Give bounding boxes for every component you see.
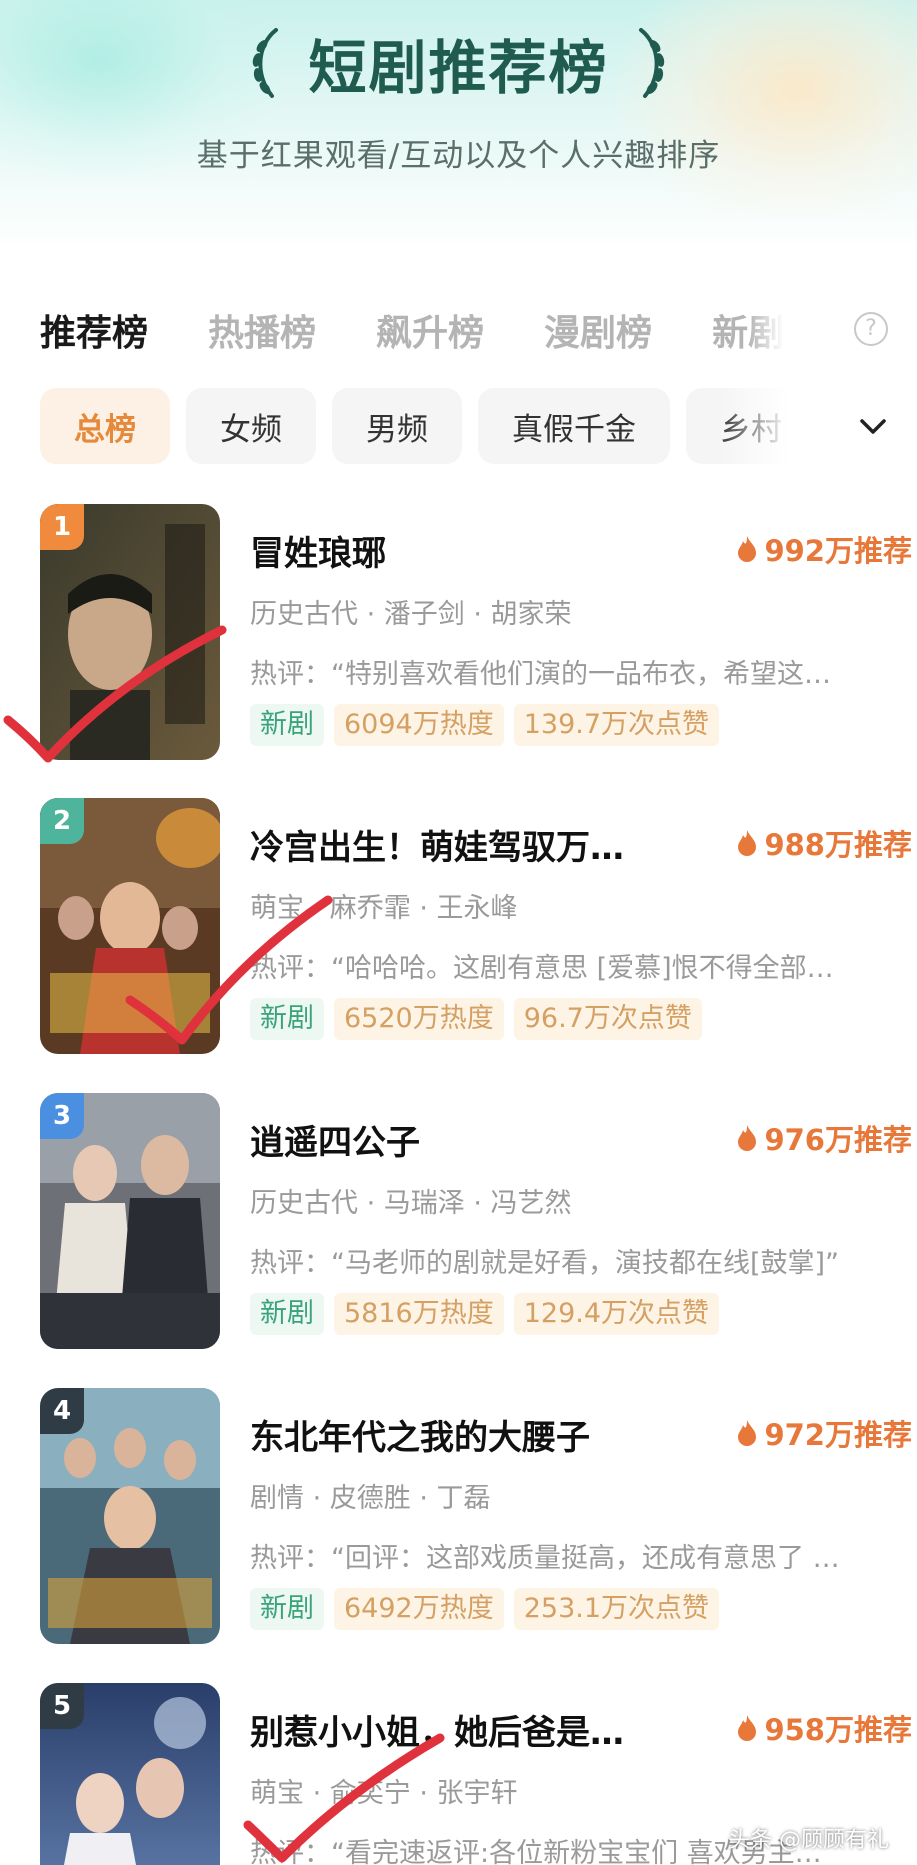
poster-image: 4 [40,1388,220,1644]
list-item[interactable]: 3 逍遥四公子 976万推荐 历史古代 · 马瑞泽 · 冯艺然 热评：“马老师的… [40,1093,912,1351]
hot-review: 热评：“马老师的剧就是好看，演技都在线[鼓掌]” [250,1248,840,1279]
recommend-count: 972万推荐 [736,1412,912,1454]
recommend-count: 958万推荐 [736,1707,912,1749]
tag-row: 新剧 6094万热度 139.7万次点赞 [250,704,720,746]
drama-title[interactable]: 逍遥四公子 [250,1115,670,1164]
recommend-count: 992万推荐 [736,528,912,570]
drama-title[interactable]: 冒姓琅琊 [250,526,670,575]
hot-review: 热评：“特别喜欢看他们演的一品布衣，希望这… [250,659,831,690]
page-title: 短剧推荐榜 [308,34,609,102]
left-laurel-icon [253,28,279,98]
poster-image: 5 [40,1683,220,1865]
new-tag: 新剧 [250,704,324,746]
chip-true-false-heiress[interactable]: 真假千金 [478,388,670,464]
tab-recommend[interactable]: 推荐榜 [40,304,148,356]
drama-title[interactable]: 冷宫出生！萌娃驾驭万… [250,820,670,869]
chip-male[interactable]: 男频 [332,388,462,464]
new-tag: 新剧 [250,1293,324,1335]
recommend-count: 988万推荐 [736,822,912,864]
tag-row: 新剧 6520万热度 96.7万次点赞 [250,998,702,1040]
list-item[interactable]: 1 冒姓琅琊 992万推荐 历史古代 · 潘子剑 · 胡家荣 热评：“特别喜欢看… [40,504,912,762]
tab-comic[interactable]: 漫剧榜 [544,304,652,356]
rank-badge: 4 [40,1388,84,1434]
fire-icon [738,1125,757,1151]
recommend-count: 976万推荐 [736,1117,912,1159]
chip-all[interactable]: 总榜 [40,388,170,464]
expand-filters-button[interactable] [848,402,898,452]
drama-meta: 萌宝 · 麻乔霏 · 王永峰 [250,893,518,924]
heat-tag: 6094万热度 [334,704,504,746]
tag-row: 新剧 6492万热度 253.1万次点赞 [250,1588,720,1630]
list-item[interactable]: 4 东北年代之我的大腰子 972万推荐 剧情 · 皮德胜 · 丁磊 热评：“回评… [40,1388,912,1646]
likes-tag: 96.7万次点赞 [513,998,702,1040]
rank-badge: 2 [40,798,84,844]
recommend-text: 992万推荐 [764,534,912,568]
page-subtitle: 基于红果观看/互动以及个人兴趣排序 [196,138,721,174]
tag-row: 新剧 5816万热度 129.4万次点赞 [250,1293,720,1335]
likes-tag: 129.4万次点赞 [513,1293,720,1335]
fire-icon [738,1715,757,1741]
help-icon[interactable]: ? [854,312,888,346]
tab-hot[interactable]: 热播榜 [208,304,316,356]
new-tag: 新剧 [250,998,324,1040]
likes-tag: 139.7万次点赞 [513,704,720,746]
filter-chips: 总榜 女频 男频 真假千金 乡村 [40,388,890,464]
fire-icon [738,536,757,562]
hot-review: 热评：“回评：这部戏质量挺高，还成有意思了 … [250,1543,840,1574]
heat-tag: 6492万热度 [334,1588,504,1630]
chip-village[interactable]: 乡村 [686,388,816,464]
recommend-text: 958万推荐 [764,1713,912,1747]
poster-image: 1 [40,504,220,760]
drama-meta: 萌宝 · 俞奕宁 · 张宇轩 [250,1778,518,1809]
tab-new[interactable]: 新剧 [712,304,784,356]
drama-meta: 剧情 · 皮德胜 · 丁磊 [250,1483,491,1514]
title-row: 短剧推荐榜 [0,20,917,106]
rank-badge: 1 [40,504,84,550]
fire-icon [738,830,757,856]
recommend-text: 972万推荐 [764,1418,912,1452]
heat-tag: 5816万热度 [334,1293,504,1335]
rank-badge: 3 [40,1093,84,1139]
drama-title[interactable]: 别惹小小姐，她后爸是… [250,1705,670,1754]
new-tag: 新剧 [250,1588,324,1630]
chip-female[interactable]: 女频 [186,388,316,464]
chevron-down-icon [860,419,886,434]
hot-review: 热评：“哈哈哈。这剧有意思 [爱慕]恨不得全部… [250,953,834,984]
recommend-text: 988万推荐 [764,828,912,862]
drama-title[interactable]: 东北年代之我的大腰子 [250,1410,670,1459]
drama-meta: 历史古代 · 潘子剑 · 胡家荣 [250,599,572,630]
poster-image: 3 [40,1093,220,1349]
rank-header: 短剧推荐榜 基于红果观看/互动以及个人兴趣排序 [0,0,917,250]
fire-icon [738,1420,757,1446]
tab-rising[interactable]: 飙升榜 [376,304,484,356]
rank-badge: 5 [40,1683,84,1729]
drama-meta: 历史古代 · 马瑞泽 · 冯艺然 [250,1188,572,1219]
likes-tag: 253.1万次点赞 [513,1588,720,1630]
poster-image: 2 [40,798,220,1054]
list-item[interactable]: 2 冷宫出生！萌娃驾驭万… 988万推荐 萌宝 · 麻乔霏 · 王永峰 热评：“… [40,798,912,1056]
recommend-text: 976万推荐 [764,1123,912,1157]
heat-tag: 6520万热度 [334,998,504,1040]
right-laurel-icon [638,28,664,98]
rank-tabs: 推荐榜 热播榜 飙升榜 漫剧榜 新剧 [40,300,890,360]
watermark: 头条 @顾顾有礼 [728,1828,889,1853]
